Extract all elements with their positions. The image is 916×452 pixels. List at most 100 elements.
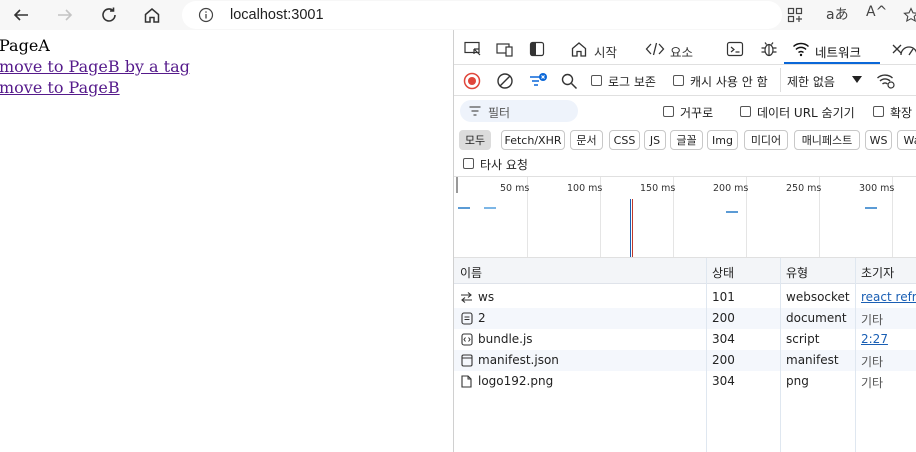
filter-funnel-icon xyxy=(530,73,547,86)
table-row[interactable]: bundle.js 304 script 2:27 xyxy=(454,329,916,350)
refresh-button[interactable] xyxy=(96,2,122,28)
type-filter-fetch-xhr[interactable]: Fetch/XHR xyxy=(501,130,565,150)
column-header-status[interactable]: 상태 xyxy=(712,264,734,281)
column-header-type[interactable]: 유형 xyxy=(786,264,808,281)
requests-table: 이름 상태 유형 초기자 ws 101 websocket react refr… xyxy=(454,258,916,452)
text-size-icon[interactable]: A^ xyxy=(866,4,887,20)
refresh-icon xyxy=(102,7,116,22)
filter-icon xyxy=(469,106,481,116)
table-row[interactable]: manifest.json 200 manifest 기타 xyxy=(454,350,916,371)
request-name: manifest.json xyxy=(478,353,559,367)
third-party-checkbox[interactable] xyxy=(463,158,474,169)
request-name: logo192.png xyxy=(478,374,554,388)
filter-input[interactable]: 필터 xyxy=(460,100,578,122)
type-filter-css[interactable]: CSS xyxy=(609,130,640,150)
hide-extension-label: 확장 xyxy=(890,106,913,120)
page-content: PageA move to PageB by a tag move to Pag… xyxy=(0,30,453,452)
request-type: script xyxy=(786,332,820,346)
timeline-tick: 200 ms xyxy=(713,183,749,194)
read-aloud-icon[interactable]: aあ xyxy=(826,4,849,24)
hide-extension-checkbox[interactable] xyxy=(873,106,884,117)
requests-table-header: 이름 상태 유형 초기자 xyxy=(454,258,916,284)
device-emulation-icon[interactable] xyxy=(494,38,516,60)
type-filter-font[interactable]: 글꼴 xyxy=(670,130,703,150)
type-filter-img[interactable]: Img xyxy=(707,130,738,150)
back-button[interactable] xyxy=(8,2,34,28)
performance-tab-icon[interactable] xyxy=(898,38,916,60)
network-wifi-icon[interactable] xyxy=(790,38,812,60)
table-row[interactable]: ws 101 websocket react refres xyxy=(454,287,916,308)
inspect-element-icon[interactable] xyxy=(462,38,484,60)
invert-checkbox[interactable] xyxy=(663,106,674,117)
table-row[interactable]: logo192.png 304 png 기타 xyxy=(454,371,916,392)
request-initiator: 기타 xyxy=(861,313,884,327)
timeline-tick: 100 ms xyxy=(567,183,603,194)
sources-bug-icon[interactable] xyxy=(758,38,780,60)
column-header-name[interactable]: 이름 xyxy=(460,264,482,281)
tab-elements[interactable]: 요소 xyxy=(670,42,693,61)
link-to-pageb-a-tag[interactable]: move to PageB by a tag xyxy=(0,57,190,76)
search-button[interactable] xyxy=(560,72,578,90)
site-info-icon[interactable] xyxy=(198,7,214,23)
filter-placeholder: 필터 xyxy=(488,106,511,120)
request-name: 2 xyxy=(478,311,486,325)
request-initiator-link[interactable]: 2:27 xyxy=(861,332,888,346)
request-initiator: 기타 xyxy=(861,355,884,369)
disable-cache-label: 캐시 사용 안 함 xyxy=(690,75,768,89)
table-row[interactable]: 2 200 document 기타 xyxy=(454,308,916,329)
page-title: PageA xyxy=(0,36,50,55)
favorite-icon[interactable] xyxy=(898,2,916,28)
image-icon xyxy=(460,375,473,388)
browser-toolbar: localhost:3001 aあ A^ xyxy=(0,0,916,30)
clear-button[interactable] xyxy=(496,72,514,90)
elements-tab-icon[interactable] xyxy=(644,38,666,60)
request-initiator-link[interactable]: react refres xyxy=(861,290,916,304)
home-button[interactable] xyxy=(139,2,165,28)
load-event-line xyxy=(632,199,633,257)
timeline-tick: 50 ms xyxy=(500,183,530,194)
network-conditions-button[interactable] xyxy=(876,72,896,90)
timeline-tick: 300 ms xyxy=(859,183,895,194)
filter-toggle-button[interactable] xyxy=(528,71,548,91)
forward-button[interactable] xyxy=(52,2,78,28)
console-tab-icon[interactable] xyxy=(724,38,746,60)
type-filter-ws[interactable]: WS xyxy=(865,130,892,150)
type-filter-js[interactable]: JS xyxy=(644,130,666,150)
tab-welcome[interactable]: 시작 xyxy=(594,42,617,61)
column-divider[interactable] xyxy=(780,258,781,452)
record-icon xyxy=(463,72,481,90)
column-divider[interactable] xyxy=(706,258,707,452)
timeline-start-marker xyxy=(456,177,458,193)
record-button[interactable] xyxy=(463,72,481,90)
tab-network[interactable]: 네트워크 xyxy=(815,42,861,61)
forward-arrow-icon xyxy=(58,9,73,21)
network-overview-timeline[interactable]: 50 ms 100 ms 150 ms 200 ms 250 ms 300 ms xyxy=(454,176,916,258)
column-header-initiator[interactable]: 초기자 xyxy=(861,264,894,281)
clear-icon xyxy=(497,73,513,89)
apps-icon[interactable] xyxy=(782,2,808,28)
type-filter-wasm[interactable]: Wa xyxy=(897,130,916,150)
dom-content-loaded-line xyxy=(630,199,631,257)
type-filter-doc[interactable]: 문서 xyxy=(570,130,603,150)
toggle-sidebar-icon[interactable] xyxy=(526,38,548,60)
address-bar[interactable]: localhost:3001 xyxy=(182,1,782,29)
url-text[interactable]: localhost:3001 xyxy=(230,7,324,23)
link-to-pageb[interactable]: move to PageB xyxy=(0,78,120,97)
request-status: 101 xyxy=(712,290,735,304)
network-conditions-icon xyxy=(877,74,895,89)
type-filter-all[interactable]: 모두 xyxy=(459,130,491,150)
request-status: 304 xyxy=(712,374,735,388)
home-tab-icon[interactable] xyxy=(568,38,590,60)
type-filter-media[interactable]: 미디어 xyxy=(744,130,788,150)
preserve-log-checkbox[interactable] xyxy=(591,75,602,86)
disable-cache-checkbox[interactable] xyxy=(673,75,684,86)
type-filter-manifest[interactable]: 매니페스트 xyxy=(794,130,860,150)
throttling-select[interactable]: 제한 없음 xyxy=(780,68,868,92)
timeline-tick: 150 ms xyxy=(640,183,676,194)
hide-data-urls-label: 데이터 URL 숨기기 xyxy=(757,106,855,120)
request-type: websocket xyxy=(786,290,850,304)
websocket-icon xyxy=(460,291,473,304)
devtools-panel: 시작 요소 네트워크 로그 보존 캐시 사용 안 함 제한 없음 필터 거꾸로 … xyxy=(453,30,916,452)
column-divider[interactable] xyxy=(855,258,856,452)
hide-data-urls-checkbox[interactable] xyxy=(740,106,751,117)
